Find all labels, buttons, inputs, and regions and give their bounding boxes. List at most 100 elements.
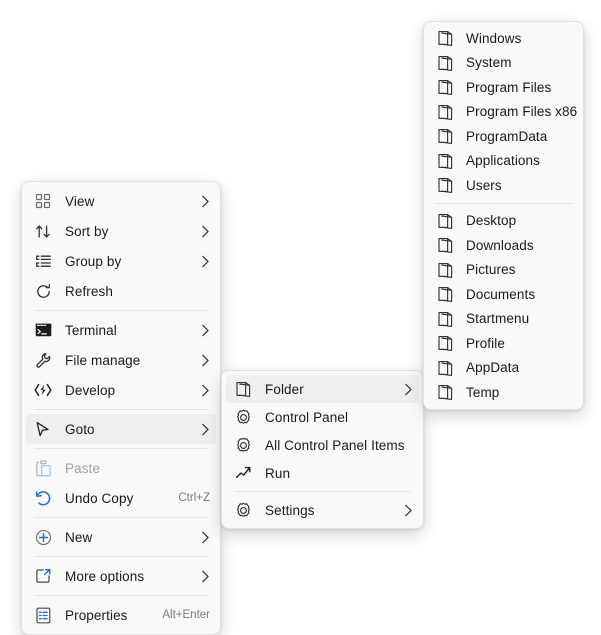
menu-item-label: Refresh (65, 283, 113, 299)
menu-item-label: Undo Copy (65, 490, 134, 506)
menu-separator (234, 491, 411, 492)
chevron-right-icon (404, 383, 413, 396)
menu-item-label: Windows (466, 30, 522, 46)
folder-icon (436, 78, 454, 96)
menu-item-label: Folder (265, 381, 304, 397)
terminal-icon (34, 321, 52, 339)
menu-item-system[interactable]: System (428, 51, 579, 76)
menu-item-downloads[interactable]: Downloads (428, 233, 579, 258)
desktop-context-menu[interactable]: View Sort by Group by Refresh Terminal File m… (21, 181, 221, 635)
menu-item-view[interactable]: View (26, 186, 216, 216)
menu-item-label: ProgramData (466, 128, 548, 144)
menu-item-settings[interactable]: Settings (226, 496, 419, 524)
menu-item-label: Downloads (466, 237, 534, 253)
menu-separator (34, 595, 208, 596)
menu-item-appdata[interactable]: AppData (428, 356, 579, 381)
menu-item-run[interactable]: Run (226, 459, 419, 487)
menu-item-label: Startmenu (466, 311, 530, 327)
goto-submenu[interactable]: Folder Control Panel All Control Panel Ite… (221, 370, 424, 529)
chevron-right-icon (201, 324, 210, 337)
code-bolt-icon (34, 381, 52, 399)
menu-item-file-manage[interactable]: File manage (26, 345, 216, 375)
folder-icon (436, 103, 454, 121)
chevron-right-icon (201, 225, 210, 238)
undo-icon (34, 489, 52, 507)
menu-item-properties[interactable]: Properties Alt+Enter (26, 600, 216, 630)
menu-item-undo-copy[interactable]: Undo Copy Ctrl+Z (26, 483, 216, 513)
menu-item-new[interactable]: New (26, 522, 216, 552)
menu-item-programdata[interactable]: ProgramData (428, 124, 579, 149)
menu-item-label: Desktop (466, 213, 517, 229)
menu-item-desktop[interactable]: Desktop (428, 209, 579, 234)
menu-item-documents[interactable]: Documents (428, 282, 579, 307)
menu-item-sort-by[interactable]: Sort by (26, 216, 216, 246)
chevron-right-icon (404, 504, 413, 517)
menu-item-label: Documents (466, 286, 536, 302)
menu-separator (434, 202, 573, 204)
menu-item-program-files-x86[interactable]: Program Files x86 (428, 100, 579, 125)
menu-item-group-by[interactable]: Group by (26, 246, 216, 276)
folder-icon (436, 176, 454, 194)
menu-item-applications[interactable]: Applications (428, 149, 579, 174)
folder-icon (436, 54, 454, 72)
menu-item-control-panel[interactable]: Control Panel (226, 403, 419, 431)
menu-item-label: Group by (65, 253, 122, 269)
sort-icon (34, 222, 52, 240)
menu-item-shortcut: Alt+Enter (162, 609, 210, 621)
menu-item-pictures[interactable]: Pictures (428, 258, 579, 283)
clipboard-icon (34, 459, 52, 477)
folder-icon (436, 261, 454, 279)
menu-item-refresh[interactable]: Refresh (26, 276, 216, 306)
menu-item-terminal[interactable]: Terminal (26, 315, 216, 345)
folder-icon (436, 359, 454, 377)
chevron-right-icon (201, 531, 210, 544)
menu-item-program-files[interactable]: Program Files (428, 75, 579, 100)
folder-icon (436, 236, 454, 254)
menu-separator (34, 409, 208, 410)
menu-item-label: New (65, 529, 93, 545)
menu-item-label: File manage (65, 352, 141, 368)
gear-icon (234, 408, 252, 426)
menu-item-goto[interactable]: Goto (26, 414, 216, 444)
menu-item-startmenu[interactable]: Startmenu (428, 307, 579, 332)
menu-item-label: AppData (466, 360, 520, 376)
menu-item-label: Program Files x86 (466, 104, 578, 120)
chevron-right-icon (201, 354, 210, 367)
menu-item-profile[interactable]: Profile (428, 331, 579, 356)
menu-item-label: All Control Panel Items (265, 437, 405, 453)
folder-icon (436, 127, 454, 145)
menu-item-label: Pictures (466, 262, 516, 278)
menu-item-shortcut: Ctrl+Z (178, 492, 210, 504)
menu-item-label: Users (466, 177, 502, 193)
chevron-right-icon (201, 570, 210, 583)
chevron-right-icon (201, 195, 210, 208)
menu-item-label: Temp (466, 384, 500, 400)
properties-icon (34, 606, 52, 624)
menu-item-users[interactable]: Users (428, 173, 579, 198)
folder-submenu[interactable]: Windows System Program Files Program Files … (423, 21, 584, 410)
folder-icon (436, 212, 454, 230)
cursor-arrow-icon (34, 420, 52, 438)
menu-item-folder[interactable]: Folder (226, 375, 419, 403)
menu-item-temp[interactable]: Temp (428, 380, 579, 405)
menu-item-all-control-panel-items[interactable]: All Control Panel Items (226, 431, 419, 459)
menu-item-label: View (65, 193, 95, 209)
run-icon (234, 464, 252, 482)
menu-item-paste: Paste (26, 453, 216, 483)
menu-separator (34, 310, 208, 311)
menu-item-windows[interactable]: Windows (428, 26, 579, 51)
folder-icon (234, 380, 252, 398)
menu-item-label: Goto (65, 421, 95, 437)
folder-icon (436, 383, 454, 401)
folder-icon (436, 285, 454, 303)
menu-item-label: Profile (466, 335, 505, 351)
menu-item-label: Sort by (65, 223, 109, 239)
menu-item-develop[interactable]: Develop (26, 375, 216, 405)
refresh-icon (34, 282, 52, 300)
menu-item-more-options[interactable]: More options (26, 561, 216, 591)
gear-icon (234, 436, 252, 454)
folder-icon (436, 152, 454, 170)
folder-icon (436, 29, 454, 47)
menu-item-label: More options (65, 568, 145, 584)
menu-item-label: Properties (65, 607, 128, 623)
